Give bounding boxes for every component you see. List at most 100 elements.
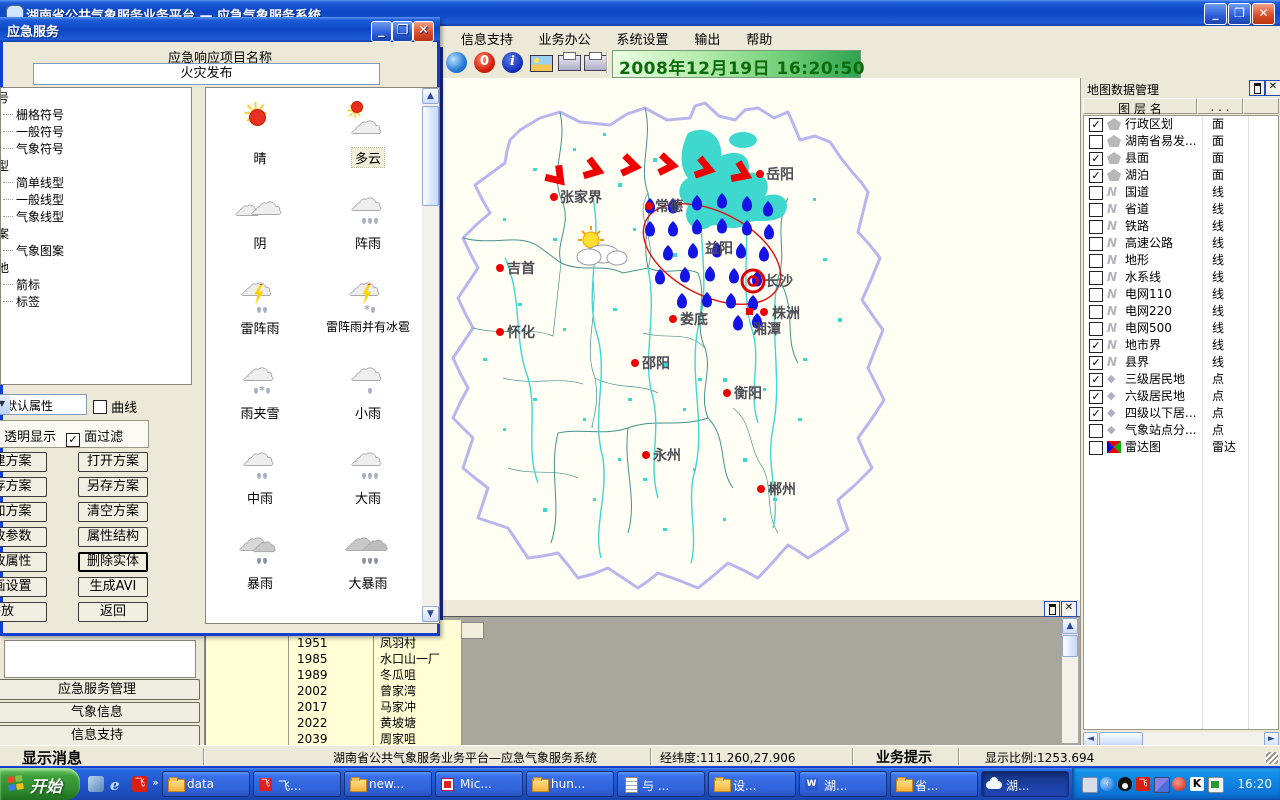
symbol-item-partial[interactable]: ☁: [206, 604, 314, 624]
weather-info-button[interactable]: 气象信息: [0, 702, 200, 723]
layer-row[interactable]: ✓N县界线: [1084, 354, 1278, 371]
save-plan-button[interactable]: 存方案: [0, 477, 47, 497]
task-button[interactable]: new...: [344, 771, 432, 797]
layer-checkbox[interactable]: ✓: [1089, 152, 1103, 166]
layer-row[interactable]: 雷达图雷达: [1084, 439, 1278, 456]
transparent-checkbox[interactable]: 透明显示: [4, 426, 56, 445]
tree-item[interactable]: 气象图案: [0, 243, 191, 260]
layer-checkbox[interactable]: ✓: [1089, 390, 1103, 404]
layer-row[interactable]: N铁路线: [1084, 218, 1278, 235]
layer-row[interactable]: N高速公路线: [1084, 235, 1278, 252]
tree-item[interactable]: 简单线型: [0, 175, 191, 192]
layer-checkbox[interactable]: [1089, 135, 1103, 149]
layer-checkbox[interactable]: ✓: [1089, 118, 1103, 132]
show-desktop-icon[interactable]: [88, 776, 104, 792]
tree-item[interactable]: 一般线型: [0, 192, 191, 209]
menu-info-support[interactable]: 信息支持: [450, 26, 524, 48]
layer-checkbox[interactable]: [1089, 186, 1103, 200]
add-plan-button[interactable]: 加方案: [0, 502, 47, 522]
generate-avi-button[interactable]: 生成AVI: [78, 577, 148, 597]
layer-checkbox[interactable]: ✓: [1089, 356, 1103, 370]
scroll-up-icon[interactable]: ▲: [422, 88, 439, 104]
tree-item[interactable]: 气象线型: [0, 209, 191, 226]
layer-row[interactable]: N电网110线: [1084, 286, 1278, 303]
attr-structure-button[interactable]: 属性结构: [78, 527, 148, 547]
pin-icon[interactable]: [1249, 80, 1265, 96]
delete-entity-button[interactable]: 删除实体: [78, 552, 148, 572]
layer-row[interactable]: ✓◆三级居民地点: [1084, 371, 1278, 388]
restore-button[interactable]: ❐: [1228, 3, 1251, 25]
layer-checkbox[interactable]: [1089, 237, 1103, 251]
symbol-tree[interactable]: 符号 栅格符号 一般符号 气象符号 线型 简单线型 一般线型 气象线型 图案 气…: [0, 87, 192, 385]
symbol-item[interactable]: ☁ 雷阵雨: [206, 264, 314, 349]
layer-checkbox[interactable]: ✓: [1089, 169, 1103, 183]
taskbar-clock[interactable]: 16:20: [1237, 777, 1272, 791]
layer-checkbox[interactable]: [1089, 322, 1103, 336]
ie-icon[interactable]: e: [110, 776, 126, 792]
layer-row[interactable]: N水系线线: [1084, 269, 1278, 286]
menu-help[interactable]: 帮助: [735, 26, 783, 48]
column-header-name[interactable]: 图 层 名: [1083, 98, 1197, 114]
print-preview-icon[interactable]: [584, 55, 607, 71]
business-tip-label[interactable]: 业务提示: [876, 747, 932, 767]
layer-checkbox[interactable]: [1089, 254, 1103, 268]
symbol-item[interactable]: ☁☁ 阴: [206, 179, 314, 264]
monitor-icon[interactable]: [1208, 777, 1224, 793]
layer-row[interactable]: ✓◆六级居民地点: [1084, 388, 1278, 405]
tree-group[interactable]: 图案: [0, 226, 191, 243]
close-panel-icon[interactable]: ✕: [1265, 80, 1280, 96]
keyboard-icon[interactable]: [1082, 777, 1098, 793]
tree-item[interactable]: 一般符号: [0, 124, 191, 141]
menu-system-settings[interactable]: 系统设置: [606, 26, 680, 48]
tree-item[interactable]: 标签: [0, 294, 191, 311]
symbol-scrollbar[interactable]: ▲ ▼: [422, 88, 439, 623]
layer-row[interactable]: N省道线: [1084, 201, 1278, 218]
default-attr-dropdown[interactable]: 改默认属性▼: [0, 394, 87, 415]
tree-group[interactable]: 符号: [0, 90, 191, 107]
layer-row[interactable]: N电网220线: [1084, 303, 1278, 320]
message-list[interactable]: [4, 640, 196, 678]
chevron-down-icon[interactable]: ▼: [0, 395, 10, 414]
task-button[interactable]: W湖...: [799, 771, 887, 797]
disconnect-icon[interactable]: [1172, 777, 1186, 791]
symbol-item[interactable]: ☁* 雷阵雨并有冰雹: [314, 264, 422, 349]
layer-checkbox[interactable]: [1089, 288, 1103, 302]
play-button[interactable]: 播放: [0, 602, 47, 622]
station-table[interactable]: 1951凤羽村 1985水口山一厂 1989冬瓜咀 2002曾家湾 2017马家…: [205, 620, 462, 748]
map-viewport[interactable]: 张家界 吉首 怀化 常德 益阳 岳阳 长沙 株洲 湘潭 娄底 邵阳 衡阳 永州 …: [443, 78, 1080, 600]
dock-vscrollbar[interactable]: ▲: [1062, 618, 1078, 743]
weather-symbol-gallery[interactable]: ☀ 晴 ☀☁ 多云 ☁☁ 阴 ☁ 阵雨 ☁ 雷阵雨 ☁* 雷阵雨并有冰雹: [205, 87, 440, 624]
symbol-item[interactable]: ☀☁ 多云: [314, 94, 422, 179]
layer-checkbox[interactable]: [1089, 203, 1103, 217]
symbol-item[interactable]: ☁☁ 大暴雨: [314, 519, 422, 604]
edit-attrs-button[interactable]: 改属性: [0, 552, 47, 572]
symbol-item[interactable]: ☁ 小雨: [314, 349, 422, 434]
dialog-close-button[interactable]: ✕: [413, 21, 434, 42]
tree-group[interactable]: 其他: [0, 260, 191, 277]
tree-item[interactable]: 栅格符号: [0, 107, 191, 124]
layer-checkbox[interactable]: [1089, 305, 1103, 319]
task-button-active[interactable]: 湖...: [981, 771, 1069, 797]
menu-output[interactable]: 输出: [683, 26, 731, 48]
project-name-input[interactable]: 火灾发布: [33, 63, 380, 85]
minimize-button[interactable]: _: [1204, 3, 1227, 25]
layer-checkbox[interactable]: ✓: [1089, 339, 1103, 353]
layer-checkbox[interactable]: ✓: [1089, 407, 1103, 421]
curve-checkbox[interactable]: 曲线: [93, 397, 137, 416]
symbol-item[interactable]: ☀ 晴: [206, 94, 314, 179]
emergency-service-mgmt-button[interactable]: 应急服务管理: [0, 679, 200, 700]
image-icon[interactable]: [530, 55, 553, 72]
animation-settings-button[interactable]: 画设置: [0, 577, 47, 597]
quicklaunch-app-icon[interactable]: 飞: [132, 776, 148, 792]
symbol-item[interactable]: ☁ 阵雨: [314, 179, 422, 264]
layer-checkbox[interactable]: [1089, 424, 1103, 438]
print-icon[interactable]: [558, 55, 581, 71]
symbol-item[interactable]: ☁* 雨夹雪: [206, 349, 314, 434]
return-button[interactable]: 返回: [78, 602, 148, 622]
app-tray-icon[interactable]: 飞: [1136, 777, 1150, 791]
task-button[interactable]: hun...: [526, 771, 614, 797]
close-button[interactable]: ✕: [1252, 3, 1275, 25]
globe-icon[interactable]: [446, 52, 467, 73]
start-button[interactable]: 开始: [0, 768, 80, 800]
column-header-extra[interactable]: [1243, 98, 1279, 114]
